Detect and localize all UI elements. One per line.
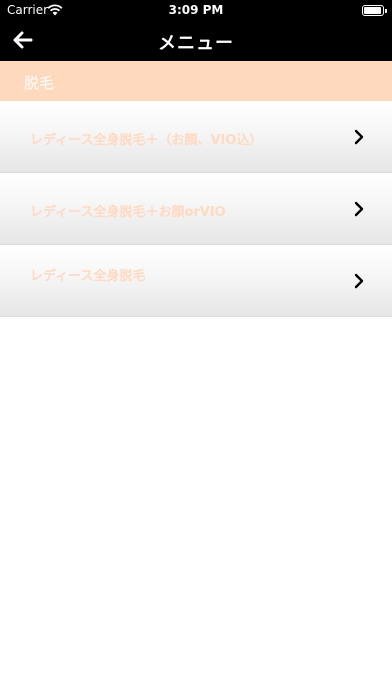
menu-item-full-body[interactable]: レディース全身脱毛 (0, 245, 392, 317)
navigation-bar: メニュー (0, 20, 392, 61)
section-header-hair-removal: 脱毛 (0, 61, 392, 101)
section-title: 脱毛 (24, 74, 55, 92)
menu-item-label: レディース全身脱毛＋（お顔、VIO込） (30, 133, 263, 148)
chevron-right-icon (354, 129, 364, 145)
menu-item-full-body-face-or-vio[interactable]: レディース全身脱毛＋お顔orVIO (0, 173, 392, 245)
page-title: メニュー (158, 33, 234, 54)
menu-item-label: レディース全身脱毛＋お顔orVIO (30, 205, 226, 220)
battery-icon (362, 5, 387, 16)
chevron-right-icon (354, 273, 364, 289)
menu-item-label: レディース全身脱毛 (30, 269, 146, 284)
menu-list: レディース全身脱毛＋（お顔、VIO込） レディース全身脱毛＋お顔orVIO レデ… (0, 101, 392, 317)
menu-item-full-body-face-vio[interactable]: レディース全身脱毛＋（お顔、VIO込） (0, 101, 392, 173)
status-bar: Carrier 3:09 PM (0, 0, 392, 20)
status-time: 3:09 PM (168, 3, 224, 17)
chevron-right-icon (354, 201, 364, 217)
